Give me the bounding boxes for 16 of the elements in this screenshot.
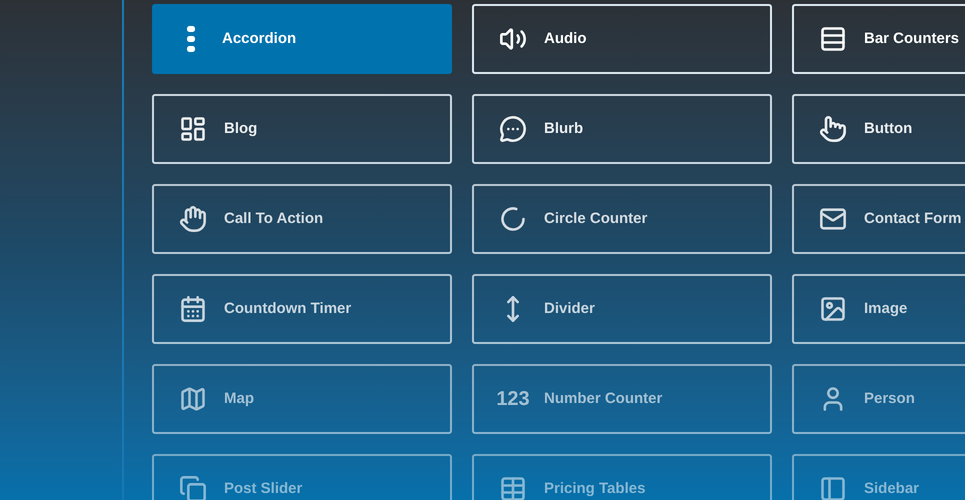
module-button[interactable]: Contact Form [792,184,965,254]
module-button[interactable]: Blurb [472,94,772,164]
module-button[interactable]: Person [792,364,965,434]
module-button[interactable]: Blog [152,94,452,164]
module-button[interactable]: Bar Counters [792,4,965,74]
module-button[interactable]: 123 Number Counter [472,364,772,434]
module-button[interactable]: Accordion [152,4,452,74]
module-button[interactable]: Divider [472,274,772,344]
module-button[interactable]: Audio [472,4,772,74]
module-button[interactable]: Call To Action [152,184,452,254]
module-button[interactable]: Countdown Timer [152,274,452,344]
module-button[interactable]: Image [792,274,965,344]
module-button[interactable]: Button [792,94,965,164]
number-icon-text: 123 [496,387,530,412]
module-button[interactable]: Circle Counter [472,184,772,254]
module-button[interactable]: Map [152,364,452,434]
